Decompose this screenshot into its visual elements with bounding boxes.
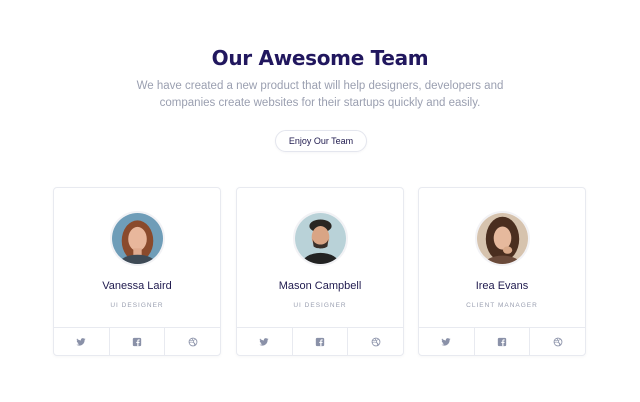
facebook-link[interactable]	[291, 328, 348, 355]
facebook-link[interactable]	[108, 328, 165, 355]
page-title: Our Awesome Team	[211, 46, 429, 70]
page-subtitle: We have created a new product that will …	[136, 80, 504, 109]
member-role: UI DESIGNER	[293, 302, 347, 309]
member-name: Irea Evans	[475, 280, 529, 292]
twitter-link[interactable]	[419, 328, 474, 355]
member-name: Vanessa Laird	[102, 280, 172, 292]
facebook-icon	[497, 337, 507, 346]
member-name: Mason Campbell	[278, 280, 362, 292]
facebook-icon	[132, 337, 142, 346]
twitter-icon	[441, 337, 451, 346]
social-links	[419, 327, 585, 355]
social-links	[237, 327, 403, 355]
twitter-icon	[259, 337, 269, 346]
facebook-icon	[315, 337, 325, 346]
dribbble-link[interactable]	[164, 328, 220, 355]
team-card: Vanessa Laird UI DESIGNER	[53, 187, 221, 356]
avatar	[293, 211, 348, 266]
dribbble-icon	[371, 337, 381, 346]
dribbble-icon	[188, 337, 198, 346]
twitter-icon	[76, 337, 86, 346]
team-card: Mason Campbell UI DESIGNER	[236, 187, 404, 356]
dribbble-link[interactable]	[347, 328, 403, 355]
facebook-link[interactable]	[473, 328, 530, 355]
avatar	[475, 211, 530, 266]
enjoy-our-team-button[interactable]: Enjoy Our Team	[275, 130, 367, 152]
member-role: UI DESIGNER	[110, 302, 164, 309]
social-links	[54, 327, 220, 355]
team-card: Irea Evans CLIENT MANAGER	[418, 187, 586, 356]
dribbble-icon	[553, 337, 563, 346]
member-role: CLIENT MANAGER	[466, 302, 538, 309]
twitter-link[interactable]	[54, 328, 109, 355]
twitter-link[interactable]	[237, 328, 292, 355]
dribbble-link[interactable]	[529, 328, 585, 355]
avatar	[110, 211, 165, 266]
